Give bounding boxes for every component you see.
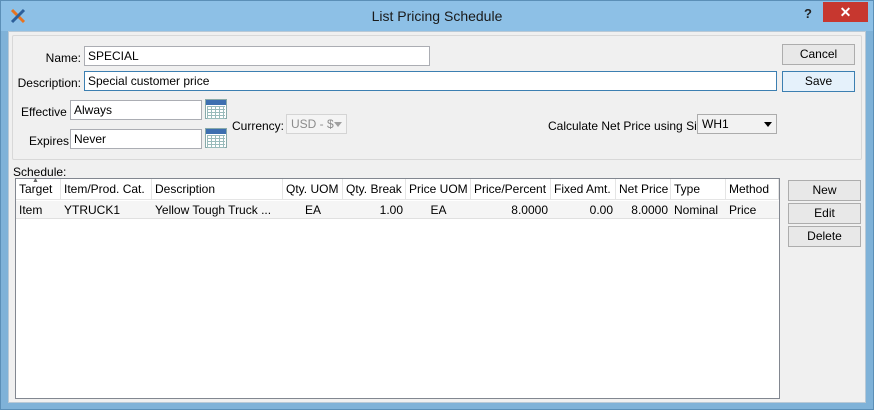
effective-label: Effective — [21, 105, 67, 119]
column-header[interactable]: Price UOM — [406, 179, 471, 200]
dialog-window: List Pricing Schedule ? ✕ Name: SPECIAL … — [0, 0, 874, 410]
table-header: ▲ Target Item/Prod. Cat. Description Qty… — [16, 177, 779, 200]
column-header[interactable]: Qty. UOM — [283, 179, 343, 200]
description-label: Description: — [17, 76, 81, 90]
expires-date-field[interactable]: Never — [70, 129, 202, 149]
schedule-table[interactable]: ▲ Target Item/Prod. Cat. Description Qty… — [15, 177, 780, 399]
column-header[interactable]: Type — [671, 179, 726, 200]
cell-type: Nominal — [674, 203, 719, 217]
cell-description: Yellow Tough Truck ... — [155, 203, 272, 217]
cell-method: Price — [729, 203, 757, 217]
effective-date-field[interactable]: Always — [70, 100, 202, 120]
save-button[interactable]: Save — [782, 71, 855, 92]
help-button[interactable]: ? — [799, 3, 817, 25]
column-header[interactable]: Method — [726, 179, 779, 200]
description-field[interactable]: Special customer price — [84, 71, 777, 91]
dialog-body: Name: SPECIAL Description: Special custo… — [8, 31, 866, 403]
cell-item: YTRUCK1 — [64, 203, 121, 217]
calendar-icon[interactable] — [205, 128, 227, 148]
cell-price-uom: EA — [430, 203, 447, 217]
site-select[interactable]: WH1 — [697, 114, 777, 134]
expires-label: Expires — [29, 134, 70, 148]
schedule-label: Schedule: — [13, 165, 67, 179]
cell-net-price: 8.0000 — [631, 203, 668, 217]
calendar-icon[interactable] — [205, 99, 227, 119]
cell-qty-uom: EA — [304, 203, 321, 217]
header-group: Name: SPECIAL Description: Special custo… — [12, 35, 862, 160]
chevron-down-icon — [334, 122, 342, 127]
column-header[interactable]: Target — [16, 179, 61, 200]
name-field[interactable]: SPECIAL — [84, 46, 430, 66]
title-bar: List Pricing Schedule ? ✕ — [1, 1, 873, 31]
currency-label: Currency: — [232, 119, 285, 133]
column-header[interactable]: Description — [152, 179, 283, 200]
cell-price-percent: 8.0000 — [511, 203, 548, 217]
column-header[interactable]: Item/Prod. Cat. — [61, 179, 152, 200]
name-label: Name: — [45, 51, 81, 65]
cell-qty-break: 1.00 — [379, 203, 403, 217]
column-header[interactable]: Price/Percent — [471, 179, 551, 200]
column-header[interactable]: Net Price — [616, 179, 671, 200]
cell-fixed-amt: 0.00 — [589, 203, 613, 217]
chevron-down-icon — [764, 122, 772, 127]
site-label: Calculate Net Price using Site: — [548, 119, 711, 133]
close-button[interactable]: ✕ — [823, 2, 868, 22]
window-title: List Pricing Schedule — [371, 8, 503, 24]
cell-target: Item — [19, 203, 43, 217]
column-header[interactable]: Qty. Break — [343, 179, 406, 200]
column-header[interactable]: Fixed Amt. — [551, 179, 616, 200]
currency-select: USD - $ — [286, 114, 347, 134]
new-button[interactable]: New — [788, 180, 861, 201]
edit-button[interactable]: Edit — [788, 203, 861, 224]
cancel-button[interactable]: Cancel — [782, 44, 855, 65]
table-row[interactable]: Item YTRUCK1 Yellow Tough Truck ... EA 1… — [16, 201, 779, 219]
delete-button[interactable]: Delete — [788, 226, 861, 247]
